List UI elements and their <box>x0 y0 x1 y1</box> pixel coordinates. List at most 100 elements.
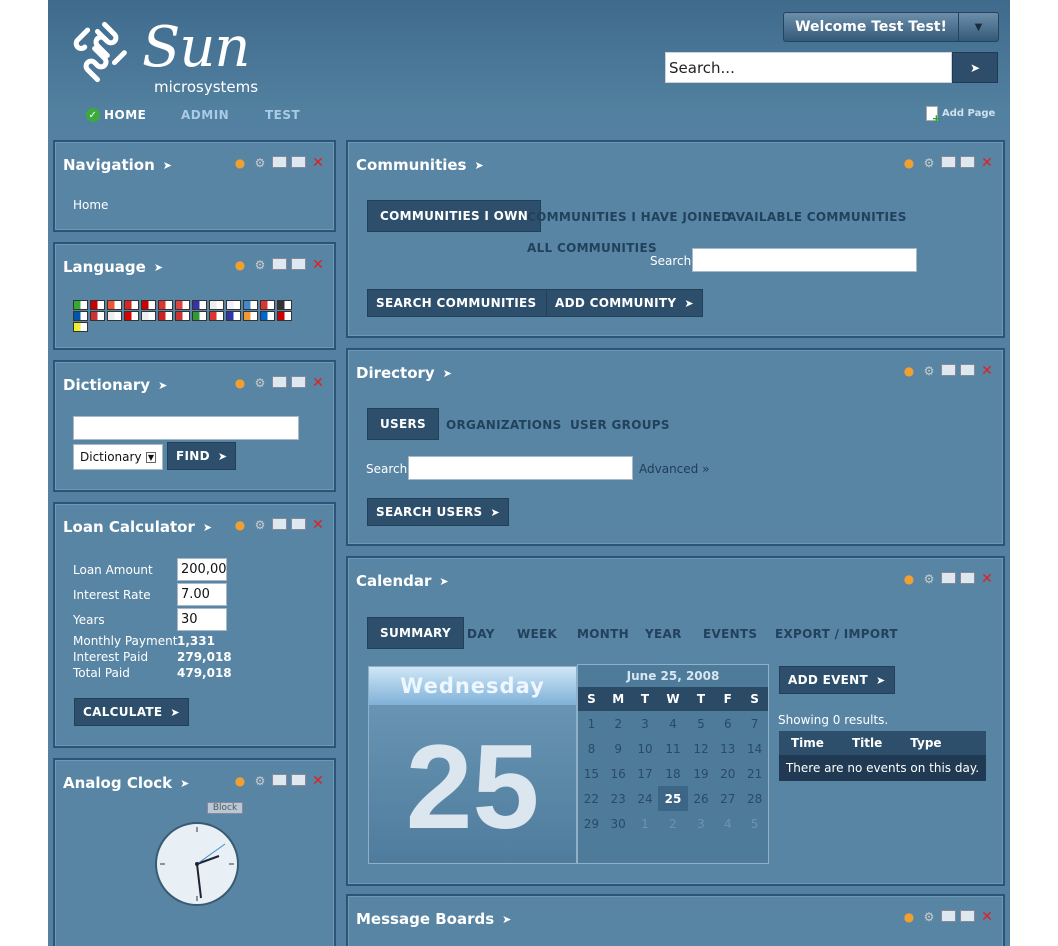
close-icon[interactable]: ✕ <box>979 364 995 378</box>
minimize-icon[interactable] <box>272 156 287 168</box>
tab-communities-i-own[interactable]: COMMUNITIES I OWN <box>367 200 542 232</box>
palette-icon[interactable]: ● <box>232 156 248 170</box>
gear-icon[interactable]: ⚙ <box>252 258 268 272</box>
portlet-title[interactable]: Loan Calculator ➤ <box>63 518 212 536</box>
language-flag-icon[interactable] <box>141 300 156 310</box>
portlet-title[interactable]: Language ➤ <box>63 258 163 276</box>
portlet-title[interactable]: Message Boards ➤ <box>356 910 511 928</box>
tab-all-communities[interactable]: ALL COMMUNITIES <box>527 241 657 255</box>
calendar-day[interactable]: 13 <box>714 736 741 761</box>
calendar-day[interactable]: 1 <box>578 711 605 736</box>
maximize-icon[interactable] <box>960 910 975 922</box>
tab-month[interactable]: MONTH <box>577 627 629 641</box>
minimize-icon[interactable] <box>272 774 287 786</box>
language-flag-icon[interactable] <box>277 311 292 321</box>
maximize-icon[interactable] <box>960 572 975 584</box>
calendar-day[interactable]: 9 <box>605 736 632 761</box>
calendar-day[interactable]: 4 <box>658 711 687 736</box>
tab-communities-joined[interactable]: COMMUNITIES I HAVE JOINED <box>527 210 731 224</box>
find-button[interactable]: FIND ➤ <box>167 442 237 470</box>
language-flag-icon[interactable] <box>192 311 207 321</box>
palette-icon[interactable]: ● <box>232 376 248 390</box>
language-flag-icon[interactable] <box>73 311 88 321</box>
language-flag-icon[interactable] <box>73 300 88 310</box>
calendar-day[interactable]: 21 <box>741 761 768 786</box>
calendar-day[interactable]: 29 <box>578 811 605 836</box>
gear-icon[interactable]: ⚙ <box>921 910 937 924</box>
calendar-day[interactable]: 18 <box>658 761 687 786</box>
language-flag-icon[interactable] <box>175 311 190 321</box>
gear-icon[interactable]: ⚙ <box>921 572 937 586</box>
tab-export-import[interactable]: EXPORT / IMPORT <box>775 627 898 641</box>
maximize-icon[interactable] <box>291 376 306 388</box>
search-communities-button[interactable]: SEARCH COMMUNITIES➤ <box>367 289 563 317</box>
language-flag-icon[interactable] <box>243 311 258 321</box>
search-users-button[interactable]: SEARCH USERS ➤ <box>367 498 509 526</box>
language-flag-icon[interactable] <box>107 300 122 310</box>
language-flag-icon[interactable] <box>90 300 105 310</box>
calendar-day[interactable]: 10 <box>632 736 659 761</box>
minimize-icon[interactable] <box>941 910 956 922</box>
language-flag-icon[interactable] <box>209 311 224 321</box>
minimize-icon[interactable] <box>941 156 956 168</box>
calendar-day[interactable]: 19 <box>688 761 715 786</box>
close-icon[interactable]: ✕ <box>979 156 995 170</box>
interest-rate-input[interactable]: 7.00 <box>177 583 227 606</box>
portlet-title[interactable]: Directory ➤ <box>356 364 452 382</box>
tab-organizations[interactable]: ORGANIZATIONS <box>446 418 562 432</box>
portlet-title[interactable]: Calendar ➤ <box>356 572 449 590</box>
gear-icon[interactable]: ⚙ <box>921 156 937 170</box>
language-flag-icon[interactable] <box>107 311 122 321</box>
language-flag-icon[interactable] <box>158 300 173 310</box>
gear-icon[interactable]: ⚙ <box>252 774 268 788</box>
minimize-icon[interactable] <box>272 376 287 388</box>
tab-users[interactable]: USERS <box>367 408 439 440</box>
palette-icon[interactable]: ● <box>232 258 248 272</box>
language-flag-icon[interactable] <box>90 311 105 321</box>
language-flag-icon[interactable] <box>175 300 190 310</box>
calendar-day[interactable]: 5 <box>741 811 768 836</box>
calendar-day[interactable]: 2 <box>658 811 687 836</box>
language-flag-icon[interactable] <box>124 300 139 310</box>
language-flag-icon[interactable] <box>209 300 224 310</box>
calendar-day[interactable]: 17 <box>632 761 659 786</box>
calendar-day[interactable]: 6 <box>714 711 741 736</box>
tab-week[interactable]: WEEK <box>517 627 557 641</box>
language-flag-icon[interactable] <box>260 311 275 321</box>
calendar-day[interactable]: 1 <box>632 811 659 836</box>
calendar-day[interactable]: 3 <box>632 711 659 736</box>
advanced-search-link[interactable]: Advanced » <box>639 462 709 476</box>
search-input[interactable]: Search... <box>665 52 952 83</box>
portlet-title[interactable]: Navigation ➤ <box>63 156 172 174</box>
calendar-day[interactable]: 25 <box>658 786 688 811</box>
minimize-icon[interactable] <box>941 364 956 376</box>
palette-icon[interactable]: ● <box>901 910 917 924</box>
maximize-icon[interactable] <box>960 364 975 376</box>
add-page-link[interactable]: Add Page <box>926 106 995 125</box>
maximize-icon[interactable] <box>291 518 306 530</box>
calendar-day[interactable]: 23 <box>605 786 632 811</box>
calendar-day[interactable]: 4 <box>714 811 741 836</box>
close-icon[interactable]: ✕ <box>310 518 326 532</box>
language-flag-icon[interactable] <box>243 300 258 310</box>
gear-icon[interactable]: ⚙ <box>252 376 268 390</box>
nav-test[interactable]: TEST <box>265 108 300 122</box>
language-flag-icon[interactable] <box>192 300 207 310</box>
portlet-title[interactable]: Communities ➤ <box>356 156 484 174</box>
language-flag-icon[interactable] <box>226 300 241 310</box>
close-icon[interactable]: ✕ <box>979 572 995 586</box>
calendar-day[interactable]: 12 <box>688 736 715 761</box>
calendar-day[interactable]: 7 <box>741 711 768 736</box>
language-flag-icon[interactable] <box>124 311 139 321</box>
maximize-icon[interactable] <box>960 156 975 168</box>
add-community-button[interactable]: ADD COMMUNITY ➤ <box>546 289 703 317</box>
close-icon[interactable]: ✕ <box>979 910 995 924</box>
close-icon[interactable]: ✕ <box>310 376 326 390</box>
maximize-icon[interactable] <box>291 156 306 168</box>
directory-search-input[interactable] <box>408 456 633 480</box>
tab-user-groups[interactable]: USER GROUPS <box>570 418 670 432</box>
calendar-day[interactable]: 30 <box>605 811 632 836</box>
close-icon[interactable]: ✕ <box>310 258 326 272</box>
language-flag-icon[interactable] <box>277 300 292 310</box>
calendar-day[interactable]: 22 <box>578 786 605 811</box>
